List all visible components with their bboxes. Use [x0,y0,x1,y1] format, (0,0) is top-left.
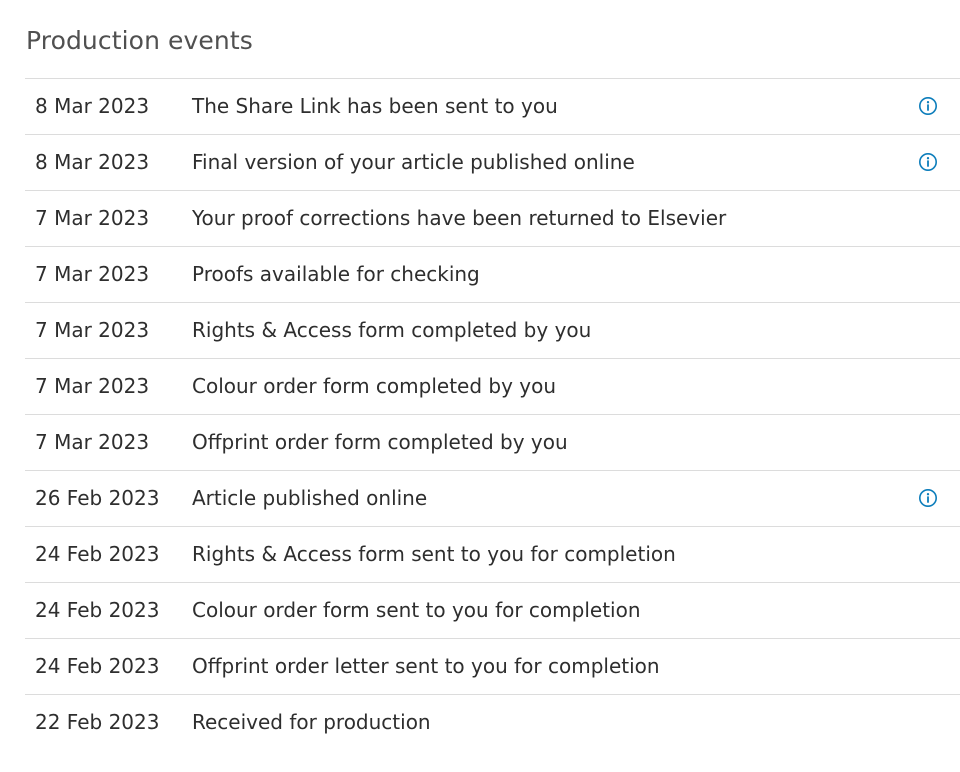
production-events-panel: Production events 8 Mar 2023 The Share L… [0,0,960,772]
event-description: Rights & Access form sent to you for com… [192,542,676,566]
event-row: 7 Mar 2023 Offprint order form completed… [25,415,960,471]
event-row: 8 Mar 2023 Final version of your article… [25,135,960,191]
event-row: 7 Mar 2023 Rights & Access form complete… [25,303,960,359]
event-date: 7 Mar 2023 [35,206,150,230]
event-date: 24 Feb 2023 [35,654,160,678]
event-date: 7 Mar 2023 [35,318,150,342]
event-row: 7 Mar 2023 Colour order form completed b… [25,359,960,415]
event-description: Your proof corrections have been returne… [192,206,727,230]
event-row: 7 Mar 2023 Proofs available for checking [25,247,960,303]
event-date: 22 Feb 2023 [35,710,160,734]
event-description: Offprint order form completed by you [192,430,568,454]
info-icon-graphic [919,153,937,171]
event-date: 7 Mar 2023 [35,262,150,286]
info-icon[interactable] [918,96,938,116]
event-description: Article published online [192,486,428,510]
event-date: 8 Mar 2023 [35,150,150,174]
event-date: 7 Mar 2023 [35,430,150,454]
info-icon-graphic [919,489,937,507]
event-row: 8 Mar 2023 The Share Link has been sent … [25,79,960,135]
event-description: Colour order form sent to you for comple… [192,598,641,622]
event-row: 24 Feb 2023 Rights & Access form sent to… [25,527,960,583]
event-row: 24 Feb 2023 Offprint order letter sent t… [25,639,960,695]
section-title: Production events [26,26,253,55]
event-row: 24 Feb 2023 Colour order form sent to yo… [25,583,960,639]
info-icon[interactable] [918,152,938,172]
event-date: 7 Mar 2023 [35,374,150,398]
event-description: Colour order form completed by you [192,374,557,398]
event-description: Received for production [192,710,431,734]
event-row: 7 Mar 2023 Your proof corrections have b… [25,191,960,247]
event-description: Offprint order letter sent to you for co… [192,654,660,678]
event-date: 8 Mar 2023 [35,94,150,118]
events-list: 8 Mar 2023 The Share Link has been sent … [25,78,960,751]
event-description: The Share Link has been sent to you [192,94,558,118]
event-date: 24 Feb 2023 [35,598,160,622]
event-description: Final version of your article published … [192,150,635,174]
event-date: 26 Feb 2023 [35,486,160,510]
event-description: Rights & Access form completed by you [192,318,592,342]
info-icon[interactable] [918,488,938,508]
event-date: 24 Feb 2023 [35,542,160,566]
info-icon-graphic [919,97,937,115]
event-description: Proofs available for checking [192,262,480,286]
event-row: 26 Feb 2023 Article published online [25,471,960,527]
event-row: 22 Feb 2023 Received for production [25,695,960,751]
